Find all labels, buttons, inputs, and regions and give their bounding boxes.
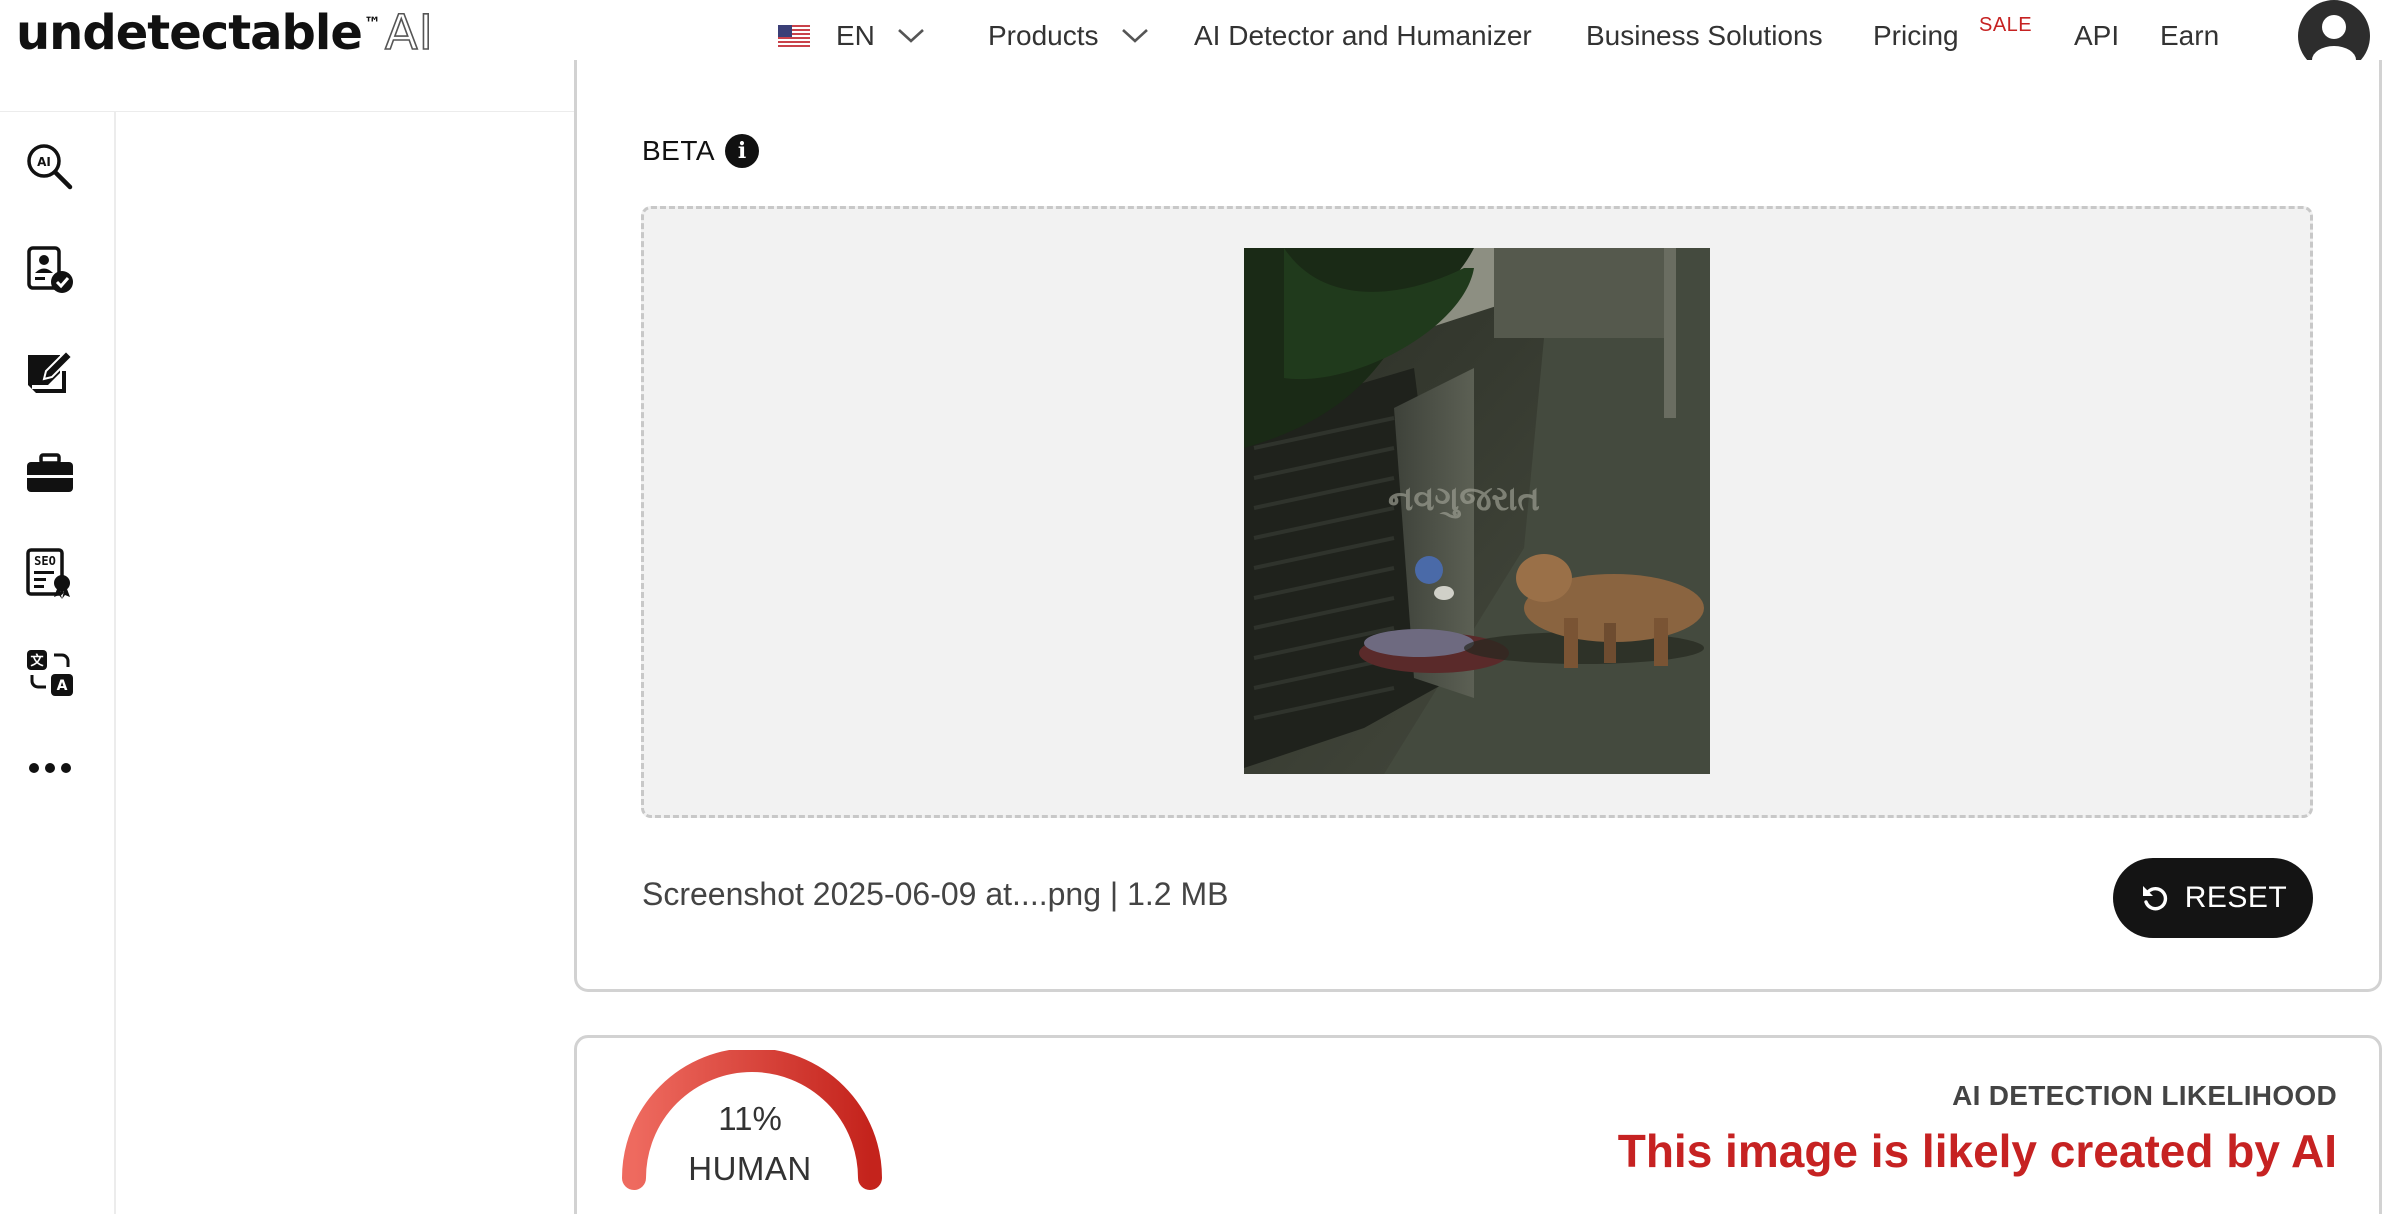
language-selector[interactable]: EN xyxy=(778,18,925,54)
nav-products-label: Products xyxy=(988,20,1099,51)
brand-suffix: AI xyxy=(384,5,434,61)
chevron-down-icon xyxy=(898,29,924,43)
sidebar-item-business[interactable] xyxy=(22,445,78,501)
svg-text:文: 文 xyxy=(30,653,44,669)
reset-button[interactable]: RESET xyxy=(2113,858,2313,938)
brand-logo[interactable]: undetectable ™ AI xyxy=(16,5,434,68)
more-icon xyxy=(29,763,71,773)
translate-icon: 文 A xyxy=(27,650,73,696)
briefcase-icon xyxy=(27,453,73,492)
sidebar-item-essay-writer[interactable] xyxy=(22,345,78,401)
night-street-leopard-photo: નવગુજરાત xyxy=(1244,248,1710,774)
detection-title: AI DETECTION LIKELIHOOD xyxy=(1952,1080,2337,1111)
reset-label: RESET xyxy=(2184,881,2288,914)
reset-icon xyxy=(2142,886,2167,911)
gauge-label: HUMAN xyxy=(688,1150,812,1187)
beta-header: BETA i xyxy=(642,133,760,169)
beta-label: BETA xyxy=(642,135,716,166)
brand-name: undetectable xyxy=(16,5,363,61)
sidebar-item-ai-detector[interactable]: AI xyxy=(22,139,78,195)
chevron-down-icon xyxy=(1121,29,1148,43)
left-sidebar: AI SEO 文 A xyxy=(0,112,116,1214)
us-flag-icon xyxy=(778,25,810,47)
sidebar-item-more[interactable] xyxy=(22,740,78,796)
image-watermark: નવગુજરાત xyxy=(1388,479,1540,519)
uploaded-image-preview: નવગુજરાત xyxy=(1244,248,1710,774)
nav-pricing[interactable]: Pricing xyxy=(1873,16,1959,56)
svg-text:A: A xyxy=(57,678,68,694)
profile-verified-icon xyxy=(27,246,73,293)
nav-api[interactable]: API xyxy=(2074,16,2119,56)
sidebar-item-seo-writer[interactable]: SEO xyxy=(22,545,78,601)
seo-document-icon: SEO xyxy=(26,548,70,599)
language-code: EN xyxy=(836,20,875,51)
nav-products[interactable]: Products xyxy=(988,16,1149,56)
svg-text:AI: AI xyxy=(37,155,51,169)
gauge-percent: 11% xyxy=(718,1100,782,1137)
nav-business-solutions[interactable]: Business Solutions xyxy=(1586,16,1823,56)
svg-text:SEO: SEO xyxy=(34,554,56,568)
brand-trademark: ™ xyxy=(363,14,381,34)
nav-ai-detector[interactable]: AI Detector and Humanizer xyxy=(1194,16,1532,56)
sidebar-item-translator[interactable]: 文 A xyxy=(22,645,78,701)
note-edit-icon xyxy=(28,349,74,395)
sidebar-item-profile-checker[interactable] xyxy=(22,242,78,298)
nav-earn[interactable]: Earn xyxy=(2160,16,2219,56)
file-info: Screenshot 2025-06-09 at....png | 1.2 MB xyxy=(642,876,1229,912)
sale-badge: SALE xyxy=(1979,14,2033,36)
info-icon[interactable]: i xyxy=(725,134,760,168)
detection-verdict: This image is likely created by AI xyxy=(1617,1125,2337,1177)
ai-detector-search-icon: AI xyxy=(27,144,73,190)
